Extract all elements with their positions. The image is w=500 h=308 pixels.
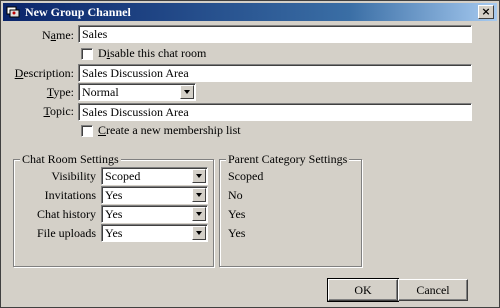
description-field[interactable]: Sales Discussion Area xyxy=(78,64,472,82)
type-label: Type: xyxy=(46,85,74,99)
type-select-value: Normal xyxy=(82,85,119,99)
close-button[interactable]: × xyxy=(478,5,494,19)
close-icon: × xyxy=(481,5,491,18)
description-label: Description: xyxy=(14,66,74,80)
parent-chat-history-value: Yes xyxy=(228,207,246,221)
chevron-down-icon[interactable] xyxy=(180,85,194,99)
group-channel-icon xyxy=(6,6,20,18)
chevron-down-icon[interactable] xyxy=(192,207,206,221)
title-bar[interactable]: New Group Channel × xyxy=(3,3,497,21)
name-label: Name: xyxy=(42,28,74,42)
file-uploads-label: File uploads xyxy=(37,226,96,240)
chevron-down-icon[interactable] xyxy=(192,226,206,240)
name-field[interactable]: Sales xyxy=(78,25,472,43)
invitations-select-value: Yes xyxy=(105,188,123,202)
chevron-down-icon[interactable] xyxy=(192,188,206,202)
cancel-button[interactable]: Cancel xyxy=(398,279,468,301)
window-title: New Group Channel xyxy=(25,5,131,19)
file-uploads-select-value: Yes xyxy=(105,226,123,240)
parent-visibility-value: Scoped xyxy=(228,169,264,183)
create-membership-list-label[interactable]: Create a new membership list xyxy=(98,123,241,138)
file-uploads-select[interactable]: Yes xyxy=(101,224,208,242)
type-select[interactable]: Normal xyxy=(78,83,196,101)
create-membership-list-checkbox[interactable] xyxy=(81,125,93,137)
topic-label: Topic: xyxy=(43,104,75,118)
visibility-select-value: Scoped xyxy=(105,169,141,183)
invitations-select[interactable]: Yes xyxy=(101,186,208,204)
ok-button[interactable]: OK xyxy=(327,278,399,302)
disable-chat-room-label[interactable]: Disable this chat room xyxy=(98,46,206,61)
chat-history-select-value: Yes xyxy=(105,207,123,221)
invitations-label: Invitations xyxy=(44,188,96,202)
parent-category-settings-title: Parent Category Settings xyxy=(226,152,350,167)
parent-file-uploads-value: Yes xyxy=(228,226,246,240)
chat-history-select[interactable]: Yes xyxy=(101,205,208,223)
chat-history-label: Chat history xyxy=(37,207,96,221)
chevron-down-icon[interactable] xyxy=(192,169,206,183)
parent-invitations-value: No xyxy=(228,188,243,202)
chat-room-settings-title: Chat Room Settings xyxy=(20,152,121,167)
disable-chat-room-checkbox[interactable] xyxy=(81,48,93,60)
visibility-select[interactable]: Scoped xyxy=(101,167,208,185)
visibility-label: Visibility xyxy=(51,169,96,183)
topic-field[interactable]: Sales Discussion Area xyxy=(78,103,472,121)
